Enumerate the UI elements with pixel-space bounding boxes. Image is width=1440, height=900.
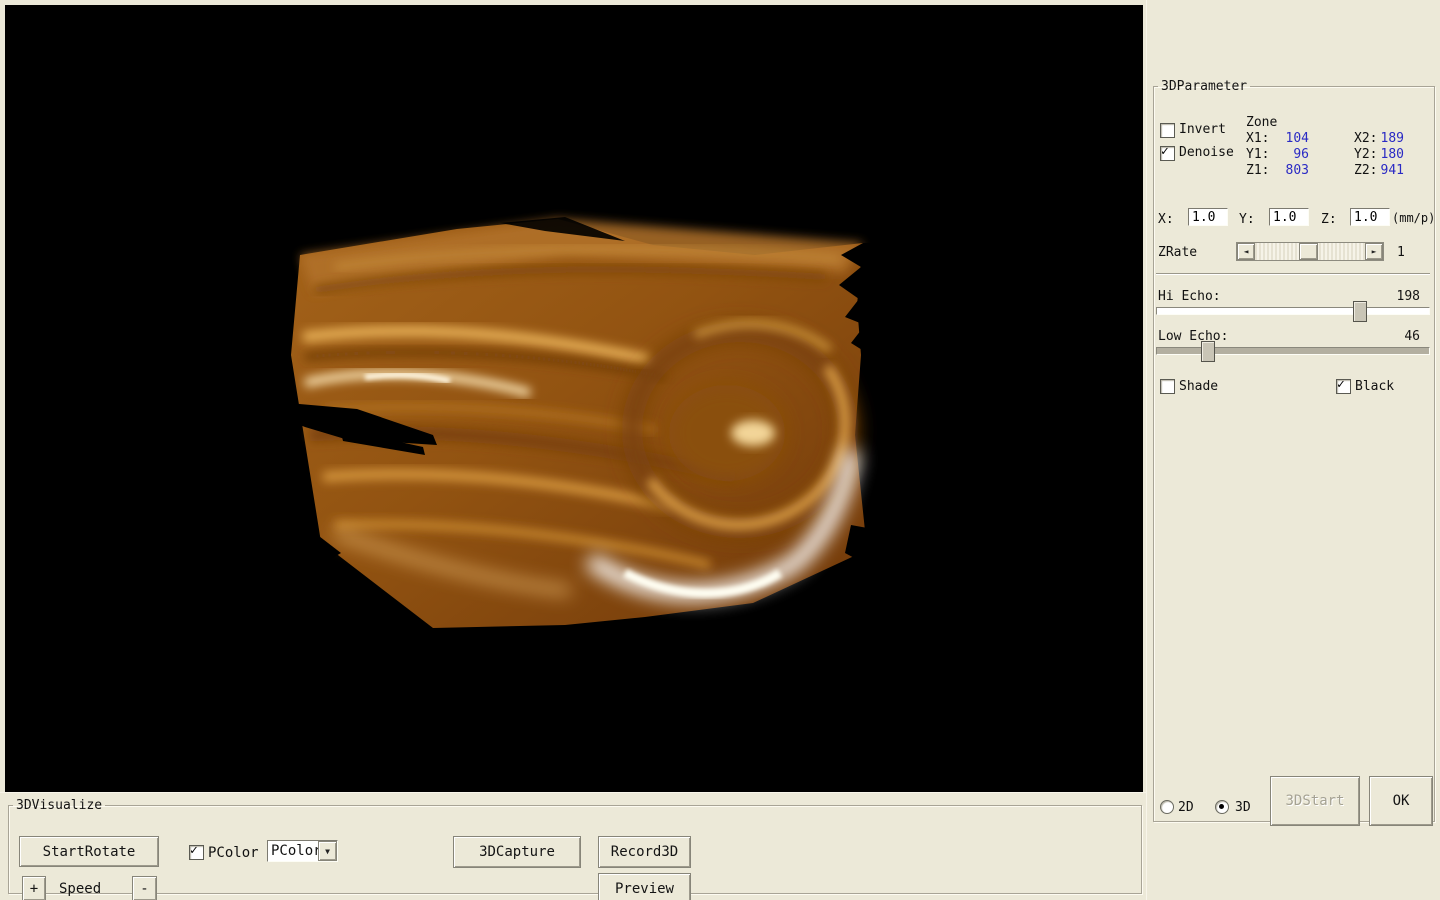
hi-echo-track[interactable] xyxy=(1156,307,1430,315)
zrate-scrollbar[interactable]: ◄ ► xyxy=(1236,242,1384,261)
low-echo-thumb[interactable] xyxy=(1201,341,1215,362)
low-echo-value: 46 xyxy=(1364,329,1420,344)
low-echo-track[interactable] xyxy=(1156,347,1430,355)
speed-plus-button[interactable]: + xyxy=(22,876,46,900)
pcolor-combobox[interactable]: PColor ▼ xyxy=(267,840,338,862)
z-scale-input[interactable] xyxy=(1350,208,1390,226)
zrate-thumb[interactable] xyxy=(1299,243,1318,260)
mode-2d-label: 2D xyxy=(1178,800,1194,815)
check-icon: ✓ xyxy=(190,843,198,858)
x-scale-label: X: xyxy=(1158,212,1174,227)
zone-y1-value: 96 xyxy=(1269,147,1309,162)
check-icon: ✓ xyxy=(1337,377,1345,392)
ultrasound-volume-render xyxy=(5,5,1143,792)
check-icon: ✓ xyxy=(1161,144,1169,159)
parameter-panel: 3DParameter ✓ Invert ✓ Denoise Zone X1: … xyxy=(1146,0,1440,900)
zone-title: Zone xyxy=(1246,115,1277,130)
pcolor-label: PColor xyxy=(208,845,259,861)
zone-z1-label: Z1: xyxy=(1246,163,1269,178)
mode-3d-label: 3D xyxy=(1235,800,1251,815)
zone-y2-value: 180 xyxy=(1364,147,1404,162)
visualize-panel: 3DVisualize StartRotate + Speed - ✓ PCol… xyxy=(0,792,1146,900)
pcolor-combo-value: PColor xyxy=(268,841,318,861)
denoise-checkbox[interactable]: ✓ xyxy=(1160,146,1175,161)
zone-x1-value: 104 xyxy=(1269,131,1309,146)
record3d-button[interactable]: Record3D xyxy=(598,836,691,868)
3d-viewport[interactable] xyxy=(5,5,1143,792)
black-label: Black xyxy=(1355,379,1394,394)
speed-minus-button[interactable]: - xyxy=(132,876,157,900)
hi-echo-value: 198 xyxy=(1364,289,1420,304)
y-scale-input[interactable] xyxy=(1269,208,1309,226)
invert-label: Invert xyxy=(1179,122,1226,137)
zone-x1-label: X1: xyxy=(1246,131,1269,146)
start-rotate-button[interactable]: StartRotate xyxy=(19,836,159,867)
speed-label: Speed xyxy=(59,881,101,897)
denoise-label: Denoise xyxy=(1179,145,1234,160)
3dvisualize-group: 3DVisualize StartRotate + Speed - ✓ PCol… xyxy=(8,799,1142,894)
zrate-right-arrow-icon[interactable]: ► xyxy=(1365,243,1383,260)
zone-x2-value: 189 xyxy=(1364,131,1404,146)
zone-y1-label: Y1: xyxy=(1246,147,1269,162)
ok-button[interactable]: OK xyxy=(1369,776,1433,826)
z-scale-label: Z: xyxy=(1321,212,1337,227)
radio-dot xyxy=(1219,804,1224,809)
dropdown-arrow-icon[interactable]: ▼ xyxy=(318,841,337,861)
low-echo-label: Low Echo: xyxy=(1158,329,1228,344)
zone-z2-value: 941 xyxy=(1364,163,1404,178)
black-checkbox[interactable]: ✓ xyxy=(1336,379,1351,394)
hi-echo-label: Hi Echo: xyxy=(1158,289,1221,304)
3dparameter-group: 3DParameter ✓ Invert ✓ Denoise Zone X1: … xyxy=(1153,80,1435,822)
y-scale-label: Y: xyxy=(1239,212,1255,227)
shade-checkbox[interactable]: ✓ xyxy=(1160,379,1175,394)
preview-button[interactable]: Preview xyxy=(598,873,691,900)
zrate-label: ZRate xyxy=(1158,245,1197,260)
group-title: 3DParameter xyxy=(1158,80,1250,93)
zrate-left-arrow-icon[interactable]: ◄ xyxy=(1237,243,1255,260)
zone-z1-value: 803 xyxy=(1269,163,1309,178)
group-title: 3DVisualize xyxy=(13,799,105,812)
shade-label: Shade xyxy=(1179,379,1218,394)
invert-checkbox[interactable]: ✓ xyxy=(1160,123,1175,138)
app-window: 3DParameter ✓ Invert ✓ Denoise Zone X1: … xyxy=(0,0,1440,900)
zrate-value: 1 xyxy=(1397,245,1405,260)
hi-echo-thumb[interactable] xyxy=(1353,301,1367,322)
x-scale-input[interactable] xyxy=(1188,208,1228,226)
divider xyxy=(1156,273,1430,275)
3dcapture-button[interactable]: 3DCapture xyxy=(453,836,581,868)
scale-unit-label: (mm/p) xyxy=(1392,211,1435,225)
pcolor-checkbox[interactable]: ✓ xyxy=(189,845,204,860)
3dstart-button[interactable]: 3DStart xyxy=(1270,776,1360,826)
mode-3d-radio[interactable] xyxy=(1215,800,1229,814)
mode-2d-radio[interactable] xyxy=(1160,800,1174,814)
